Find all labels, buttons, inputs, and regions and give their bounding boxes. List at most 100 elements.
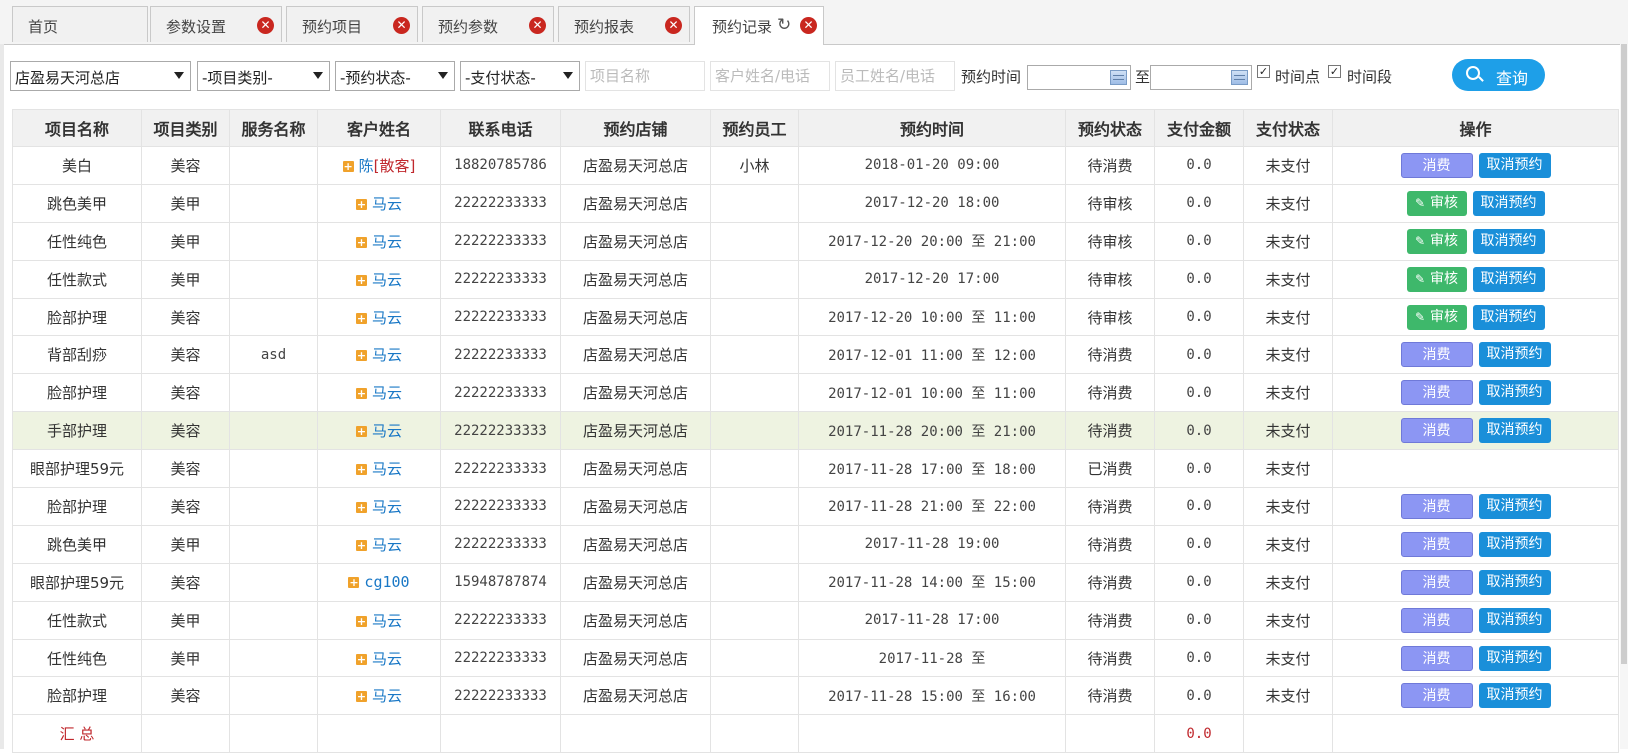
consume-button[interactable]: 消费 xyxy=(1400,607,1473,633)
plus-icon[interactable]: + xyxy=(355,388,367,400)
vertical-scrollbar[interactable] xyxy=(1620,44,1628,749)
consume-button[interactable]: 消费 xyxy=(1400,645,1473,671)
table-row[interactable]: 任性纯色 美甲 + 马云 22222233333 店盈易天河总店 2017-11-28 至待… xyxy=(12,638,1619,678)
customer-name-link[interactable]: 马云 xyxy=(372,460,402,478)
table-row[interactable]: 眼部护理59元 美容 + 马云 22222233333 店盈易天河总店 2017-11-28… xyxy=(12,449,1619,489)
refresh-icon[interactable]: ↻ xyxy=(777,15,791,35)
consume-button[interactable]: 消费 xyxy=(1400,418,1473,444)
customer-name-link[interactable]: 马云 xyxy=(372,271,402,289)
pay-status-select[interactable]: -支付状态- xyxy=(460,61,580,91)
consume-button[interactable]: 消费 xyxy=(1400,380,1473,406)
customer-name-link[interactable]: 马云 xyxy=(372,536,402,554)
calendar-icon[interactable] xyxy=(1231,70,1248,85)
tab-home[interactable]: 首页 xyxy=(12,6,148,42)
customer-name-link[interactable]: 陈[散客] xyxy=(359,157,416,175)
audit-button[interactable]: ✎ 审核 xyxy=(1406,228,1467,254)
customer-name-link[interactable]: 马云 xyxy=(372,422,402,440)
customer-name-link[interactable]: 马云 xyxy=(372,650,402,668)
tab-param-settings[interactable]: 参数设置 ✕ xyxy=(150,6,282,42)
table-row[interactable]: 跳色美甲 美甲 + 马云 22222233333 店盈易天河总店 2017-12-20 18… xyxy=(12,183,1619,223)
cell-customer[interactable]: + cg100 xyxy=(317,562,441,602)
plus-icon[interactable]: + xyxy=(355,464,367,476)
table-row[interactable]: 任性款式 美甲 + 马云 22222233333 店盈易天河总店 2017-11-28 17… xyxy=(12,600,1619,640)
end-date-input[interactable] xyxy=(1150,65,1252,90)
time-point-checkbox[interactable]: ✓ xyxy=(1257,65,1270,78)
table-row[interactable]: 美白 美容 + 陈[散客] 18820785786 店盈易天河总店 小林 2018-01-20… xyxy=(12,146,1619,185)
consume-button[interactable]: 消费 xyxy=(1400,683,1473,709)
query-button[interactable]: 查询 xyxy=(1452,59,1545,91)
cancel-booking-button[interactable]: 取消预约 xyxy=(1472,304,1545,330)
table-row[interactable]: 手部护理 美容 + 马云 22222233333 店盈易天河总店 2017-11-28 20… xyxy=(12,411,1619,451)
table-row[interactable]: 脸部护理 美容 + 马云 22222233333 店盈易天河总店 2017-11-28 15… xyxy=(12,676,1619,716)
plus-icon[interactable]: + xyxy=(355,539,367,551)
table-row[interactable]: 脸部护理 美容 + 马云 22222233333 店盈易天河总店 2017-12-01 10… xyxy=(12,373,1619,413)
cancel-booking-button[interactable]: 取消预约 xyxy=(1472,228,1545,254)
close-icon[interactable]: ✕ xyxy=(800,17,817,34)
cancel-booking-button[interactable]: 取消预约 xyxy=(1478,531,1551,557)
tab-booking-items[interactable]: 预约项目 ✕ xyxy=(286,6,418,42)
consume-button[interactable]: 消费 xyxy=(1400,569,1473,595)
cell-customer[interactable]: + 马云 xyxy=(317,183,441,223)
cancel-booking-button[interactable]: 取消预约 xyxy=(1478,607,1551,633)
customer-name-link[interactable]: cg100 xyxy=(364,573,409,591)
audit-button[interactable]: ✎ 审核 xyxy=(1406,190,1467,216)
close-icon[interactable]: ✕ xyxy=(529,17,546,34)
audit-button[interactable]: ✎ 审核 xyxy=(1406,266,1467,292)
table-row[interactable]: 脸部护理 美容 + 马云 22222233333 店盈易天河总店 2017-11-28 21… xyxy=(12,487,1619,526)
cell-customer[interactable]: + 马云 xyxy=(317,297,441,337)
tab-booking-records[interactable]: 预约记录 ↻ ✕ xyxy=(694,6,824,45)
table-row[interactable]: 任性款式 美甲 + 马云 22222233333 店盈易天河总店 2017-12-20 17… xyxy=(12,259,1619,299)
tab-booking-params[interactable]: 预约参数 ✕ xyxy=(422,6,554,42)
table-row[interactable]: 脸部护理 美容 + 马云 22222233333 店盈易天河总店 2017-12-20 10… xyxy=(12,297,1619,337)
cancel-booking-button[interactable]: 取消预约 xyxy=(1478,380,1551,406)
cancel-booking-button[interactable]: 取消预约 xyxy=(1478,683,1551,709)
consume-button[interactable]: 消费 xyxy=(1400,152,1473,178)
cell-customer[interactable]: + 马云 xyxy=(317,259,441,299)
status-select[interactable]: -预约状态- xyxy=(335,61,455,91)
customer-input[interactable] xyxy=(710,61,830,91)
close-icon[interactable]: ✕ xyxy=(393,17,410,34)
plus-icon[interactable]: + xyxy=(342,160,354,172)
plus-icon[interactable]: + xyxy=(355,274,367,286)
cancel-booking-button[interactable]: 取消预约 xyxy=(1478,645,1551,671)
cell-customer[interactable]: + 马云 xyxy=(317,335,441,375)
category-select[interactable]: -项目类别- xyxy=(197,61,330,91)
cell-customer[interactable]: + 马云 xyxy=(317,411,441,451)
cell-customer[interactable]: + 马云 xyxy=(317,373,441,413)
staff-input[interactable] xyxy=(835,61,955,91)
plus-icon[interactable]: + xyxy=(355,198,367,210)
table-row[interactable]: 眼部护理59元 美容 + cg100 15948787874 店盈易天河总店 2017-11… xyxy=(12,562,1619,602)
cell-customer[interactable]: + 马云 xyxy=(317,676,441,716)
time-range-checkbox[interactable]: ✓ xyxy=(1328,65,1341,78)
project-name-input[interactable] xyxy=(585,61,705,91)
customer-name-link[interactable]: 马云 xyxy=(372,498,402,516)
cell-customer[interactable]: + 马云 xyxy=(317,638,441,678)
consume-button[interactable]: 消费 xyxy=(1400,493,1473,519)
scrollbar-thumb[interactable] xyxy=(1621,44,1627,664)
table-row[interactable]: 跳色美甲 美甲 + 马云 22222233333 店盈易天河总店 2017-11-28 19… xyxy=(12,524,1619,564)
plus-icon[interactable]: + xyxy=(355,236,367,248)
customer-name-link[interactable]: 马云 xyxy=(372,195,402,213)
customer-name-link[interactable]: 马云 xyxy=(372,384,402,402)
plus-icon[interactable]: + xyxy=(355,691,367,703)
cell-customer[interactable]: + 马云 xyxy=(317,487,441,526)
start-date-input[interactable] xyxy=(1027,65,1131,90)
plus-icon[interactable]: + xyxy=(355,653,367,665)
plus-icon[interactable]: + xyxy=(348,577,360,589)
table-row[interactable]: 任性纯色 美甲 + 马云 22222233333 店盈易天河总店 2017-12-20 20… xyxy=(12,221,1619,261)
close-icon[interactable]: ✕ xyxy=(257,17,274,34)
cancel-booking-button[interactable]: 取消预约 xyxy=(1478,418,1551,444)
cell-customer[interactable]: + 马云 xyxy=(317,524,441,564)
cell-customer[interactable]: + 马云 xyxy=(317,600,441,640)
audit-button[interactable]: ✎ 审核 xyxy=(1406,304,1467,330)
cancel-booking-button[interactable]: 取消预约 xyxy=(1472,190,1545,216)
customer-name-link[interactable]: 马云 xyxy=(372,233,402,251)
cell-customer[interactable]: + 马云 xyxy=(317,221,441,261)
cancel-booking-button[interactable]: 取消预约 xyxy=(1472,266,1545,292)
consume-button[interactable]: 消费 xyxy=(1400,342,1473,368)
tab-booking-report[interactable]: 预约报表 ✕ xyxy=(558,6,690,42)
consume-button[interactable]: 消费 xyxy=(1400,531,1473,557)
customer-name-link[interactable]: 马云 xyxy=(372,612,402,630)
plus-icon[interactable]: + xyxy=(355,312,367,324)
cell-customer[interactable]: + 陈[散客] xyxy=(317,146,441,185)
